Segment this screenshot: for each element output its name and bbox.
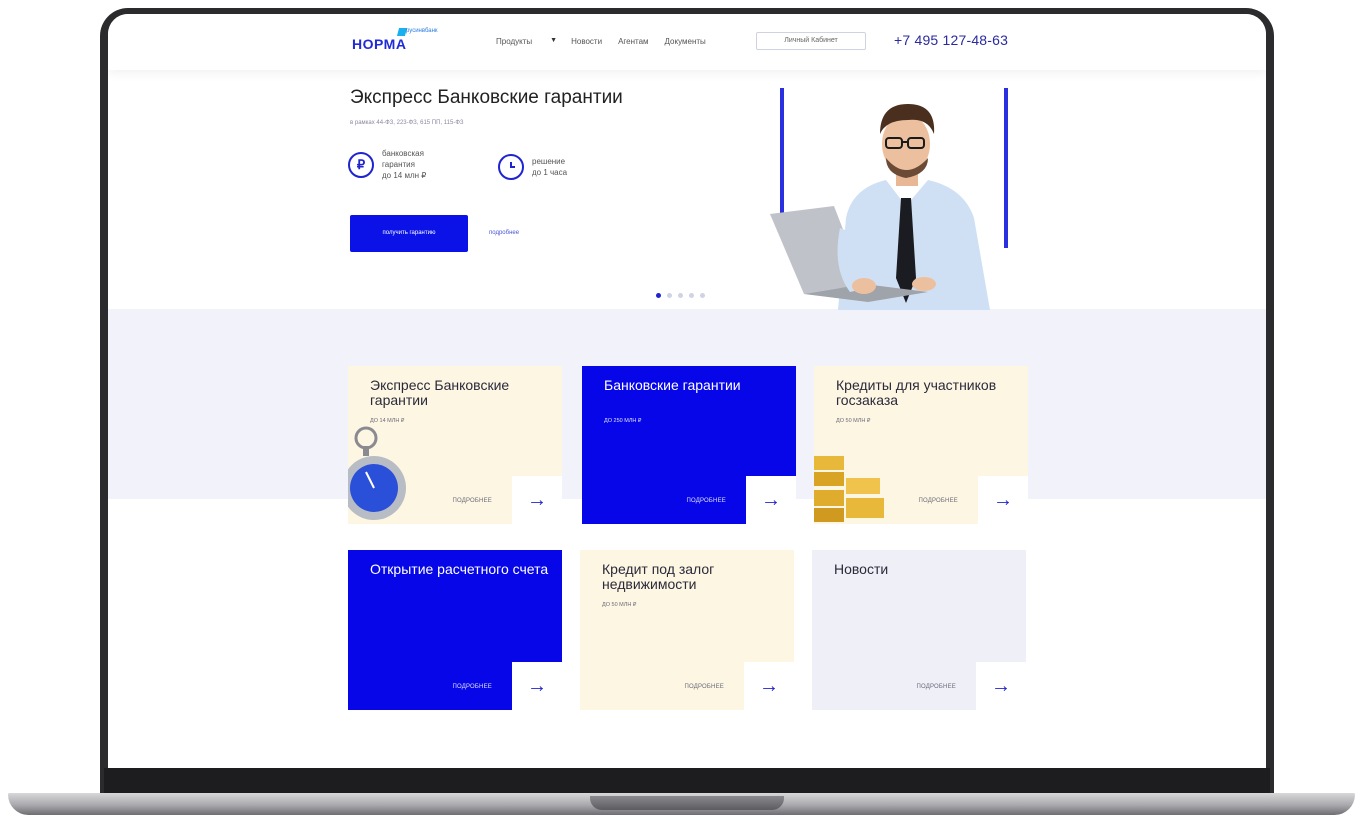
card-amount: ДО 14 МЛН ₽ [370, 418, 405, 424]
nav-item-documents[interactable]: Документы [665, 37, 706, 46]
gold-bars-icon [814, 456, 884, 522]
laptop-bezel [104, 768, 1270, 796]
logo-subtitle: русинвбанк [406, 28, 438, 34]
ruble-icon: ₽ [348, 151, 374, 178]
clock-icon [498, 154, 524, 180]
phone-number[interactable]: +7 495 127-48-63 [894, 32, 1008, 48]
hero-title: Экспресс Банковские гарантии [350, 87, 623, 108]
logo[interactable]: НОРМА [352, 36, 406, 52]
feature-decision: решение до 1 часа [498, 154, 567, 180]
laptop-screen: НОРМА русинвбанк Продукты ▼ Новости Агент… [108, 14, 1266, 768]
slider-dots [656, 293, 705, 298]
slider-dot[interactable] [689, 293, 694, 298]
slider-dot[interactable] [700, 293, 705, 298]
feature-guarantee-text: банковская гарантия до 14 млн ₽ [382, 148, 426, 181]
personal-cabinet-button[interactable]: Личный Кабинет [756, 32, 866, 50]
arrow-right-icon[interactable]: → [512, 476, 562, 524]
laptop-mockup: НОРМА русинвбанк Продукты ▼ Новости Агент… [0, 0, 1363, 832]
card-amount: ДО 50 МЛН ₽ [836, 418, 871, 424]
businessman-with-laptop-image [770, 104, 990, 310]
feature-guarantee: ₽ банковская гарантия до 14 млн ₽ [348, 148, 426, 181]
card-title: Экспресс Банковские гарантии [370, 377, 510, 408]
card-title: Открытие расчетного счета [370, 561, 549, 577]
feature-decision-text: решение до 1 часа [532, 156, 567, 178]
arrow-right-icon[interactable]: → [976, 662, 1026, 710]
card-more-link[interactable]: ПОДРОБНЕЕ [686, 498, 726, 504]
card-title: Кредиты для участников госзаказа [836, 377, 997, 408]
slider-dot[interactable] [678, 293, 683, 298]
card-amount: ДО 50 МЛН ₽ [602, 602, 637, 608]
caret-down-icon[interactable]: ▼ [550, 37, 557, 46]
card-more-link[interactable]: ПОДРОБНЕЕ [684, 684, 724, 690]
card-title: Кредит под залог недвижимости [602, 561, 715, 592]
slider-dot[interactable] [667, 293, 672, 298]
nav-item-news[interactable]: Новости [571, 37, 602, 46]
arrow-right-icon[interactable]: → [744, 662, 794, 710]
hero-subtitle: в рамках 44-ФЗ, 223-ФЗ, 615 ПП, 115-ФЗ [350, 120, 464, 126]
card-title: Новости [834, 561, 889, 577]
card-account-opening[interactable]: Открытие расчетного счета ПОДРОБНЕЕ → [348, 550, 562, 710]
card-news[interactable]: Новости ПОДРОБНЕЕ → [812, 550, 1026, 710]
stopwatch-icon [348, 426, 406, 520]
card-more-link[interactable]: ПОДРОБНЕЕ [918, 498, 958, 504]
feature-line: до 1 часа [532, 168, 568, 177]
arrow-right-icon[interactable]: → [746, 476, 796, 524]
arrow-right-icon[interactable]: → [512, 662, 562, 710]
card-express-guarantees[interactable]: Экспресс Банковские гарантии ДО 14 МЛН ₽… [348, 366, 562, 524]
feature-line: до 14 млн ₽ [382, 171, 427, 180]
site-header: НОРМА русинвбанк Продукты ▼ Новости Агент… [108, 14, 1266, 70]
slider-dot[interactable] [656, 293, 661, 298]
card-state-order-credits[interactable]: Кредиты для участников госзаказа ДО 50 М… [814, 366, 1028, 524]
card-bank-guarantees[interactable]: Банковские гарантии ДО 250 МЛН ₽ ПОДРОБН… [582, 366, 796, 524]
get-guarantee-button[interactable]: получить гарантию [350, 215, 468, 252]
card-more-link[interactable]: ПОДРОБНЕЕ [452, 684, 492, 690]
feature-line: решение [532, 157, 566, 166]
card-more-link[interactable]: ПОДРОБНЕЕ [452, 498, 492, 504]
card-more-link[interactable]: ПОДРОБНЕЕ [916, 684, 956, 690]
card-real-estate-credit[interactable]: Кредит под залог недвижимости ДО 50 МЛН … [580, 550, 794, 710]
nav-item-products[interactable]: Продукты [496, 37, 532, 46]
feature-line: гарантия [382, 160, 415, 169]
arrow-right-icon[interactable]: → [978, 476, 1028, 524]
laptop-notch [590, 796, 784, 810]
card-title: Банковские гарантии [604, 377, 741, 393]
card-amount: ДО 250 МЛН ₽ [604, 418, 642, 424]
main-nav: Продукты ▼ Новости Агентам Документы [496, 37, 722, 46]
feature-line: банковская [382, 149, 424, 158]
nav-item-agents[interactable]: Агентам [618, 37, 648, 46]
hero-more-link[interactable]: подробнее [489, 230, 519, 236]
